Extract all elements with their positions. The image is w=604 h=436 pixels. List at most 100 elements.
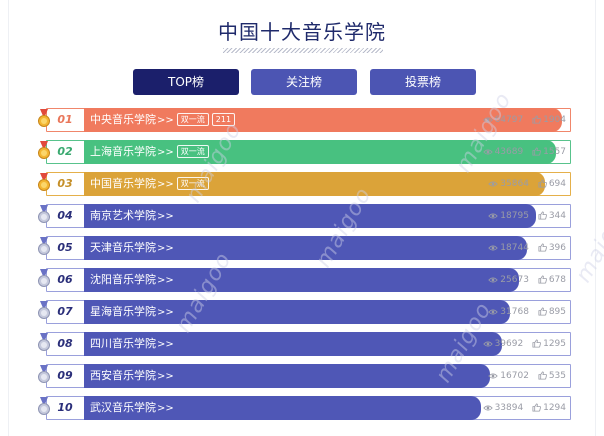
ranking-bar[interactable]: 南京艺术学院>> bbox=[84, 204, 536, 228]
ranking-bar[interactable]: 西安音乐学院>> bbox=[84, 364, 490, 388]
ranking-bar[interactable]: 天津音乐学院>> bbox=[84, 236, 527, 260]
views-count: 16702 bbox=[500, 371, 529, 381]
thumbs-up-icon[interactable] bbox=[532, 115, 543, 125]
ranking-bar[interactable]: 武汉音乐学院>> bbox=[84, 396, 481, 420]
row-stats: 18795 344 bbox=[482, 204, 566, 228]
school-name[interactable]: 南京艺术学院 bbox=[90, 209, 156, 222]
ranking-row[interactable]: 03 中国音乐学院>> 双一流 35864 694 bbox=[38, 172, 571, 196]
thumbs-up-icon[interactable] bbox=[532, 147, 543, 157]
thumbs-up-icon[interactable] bbox=[538, 211, 549, 221]
ranking-row[interactable]: 08 四川音乐学院>> 39692 1295 bbox=[38, 332, 571, 356]
likes-stat[interactable]: 344 bbox=[538, 204, 566, 228]
thumbs-up-icon[interactable] bbox=[532, 403, 543, 413]
rank-number: 05 bbox=[57, 241, 73, 254]
double-chevron-right-icon: >> bbox=[157, 339, 174, 350]
views-count: 35864 bbox=[500, 179, 529, 189]
ranking-bar[interactable]: 沈阳音乐学院>> bbox=[84, 268, 519, 292]
tab-follow[interactable]: 关注榜 bbox=[251, 69, 357, 95]
double-chevron-right-icon: >> bbox=[157, 307, 174, 318]
rank-number: 07 bbox=[57, 305, 73, 318]
views-stat: 39692 bbox=[482, 332, 523, 356]
ranking-row[interactable]: 06 沈阳音乐学院>> 25673 678 bbox=[38, 268, 571, 292]
ranking-row[interactable]: 09 西安音乐学院>> 16702 535 bbox=[38, 364, 571, 388]
likes-count: 396 bbox=[548, 243, 566, 253]
ranking-row[interactable]: 10 武汉音乐学院>> 33894 1294 bbox=[38, 396, 571, 420]
double-chevron-right-icon: >> bbox=[157, 275, 174, 286]
tab-bar: TOP榜 关注榜 投票榜 bbox=[0, 69, 604, 95]
likes-stat[interactable]: 396 bbox=[538, 236, 566, 260]
views-stat: 18744 bbox=[488, 236, 529, 260]
school-name[interactable]: 上海音乐学院 bbox=[90, 145, 156, 158]
tab-vote[interactable]: 投票榜 bbox=[370, 69, 476, 95]
eye-icon bbox=[482, 403, 495, 413]
school-name[interactable]: 中央音乐学院 bbox=[90, 113, 156, 126]
ranking-bar[interactable]: 中国音乐学院>> 双一流 bbox=[84, 172, 545, 196]
views-count: 18744 bbox=[500, 243, 529, 253]
rank-number: 01 bbox=[57, 113, 73, 126]
views-stat: 25673 bbox=[488, 268, 529, 292]
views-count: 18795 bbox=[500, 211, 529, 221]
likes-stat[interactable]: 1295 bbox=[532, 332, 566, 356]
thumbs-up-icon[interactable] bbox=[538, 275, 549, 285]
double-chevron-right-icon: >> bbox=[157, 211, 174, 222]
school-name[interactable]: 星海音乐学院 bbox=[90, 305, 156, 318]
row-stats: 16702 535 bbox=[482, 364, 566, 388]
likes-count: 1295 bbox=[543, 339, 566, 349]
likes-stat[interactable]: 895 bbox=[538, 300, 566, 324]
page-title: 中国十大音乐学院 bbox=[218, 20, 386, 44]
views-count: 25673 bbox=[500, 275, 529, 285]
thumbs-up-icon[interactable] bbox=[538, 243, 549, 253]
likes-count: 1294 bbox=[543, 403, 566, 413]
likes-count: 678 bbox=[548, 275, 566, 285]
views-count: 43689 bbox=[494, 147, 524, 157]
likes-count: 535 bbox=[548, 371, 566, 381]
school-name[interactable]: 天津音乐学院 bbox=[90, 241, 156, 254]
row-stats: 25673 678 bbox=[482, 268, 566, 292]
row-stats: 18744 396 bbox=[482, 236, 566, 260]
thumbs-up-icon[interactable] bbox=[538, 179, 549, 189]
thumbs-up-icon[interactable] bbox=[532, 339, 543, 349]
rank-number: 04 bbox=[57, 209, 73, 222]
thumbs-up-icon[interactable] bbox=[538, 371, 549, 381]
eye-icon bbox=[488, 211, 500, 221]
school-name[interactable]: 中国音乐学院 bbox=[90, 177, 156, 190]
double-chevron-right-icon: >> bbox=[157, 179, 174, 190]
ranking-row[interactable]: 05 天津音乐学院>> 18744 396 bbox=[38, 236, 571, 260]
views-stat: 35864 bbox=[488, 172, 529, 196]
school-name[interactable]: 武汉音乐学院 bbox=[90, 401, 156, 414]
rank-number: 03 bbox=[57, 177, 73, 190]
likes-stat[interactable]: 1557 bbox=[532, 140, 566, 164]
school-name[interactable]: 西安音乐学院 bbox=[90, 369, 156, 382]
views-count: 33894 bbox=[494, 403, 524, 413]
tab-top[interactable]: TOP榜 bbox=[133, 69, 239, 95]
ranking-bar[interactable]: 四川音乐学院>> bbox=[84, 332, 502, 356]
likes-count: 694 bbox=[548, 179, 566, 189]
double-chevron-right-icon: >> bbox=[157, 147, 174, 158]
ranking-bar[interactable]: 星海音乐学院>> bbox=[84, 300, 510, 324]
likes-stat[interactable]: 1904 bbox=[532, 108, 566, 132]
school-name[interactable]: 沈阳音乐学院 bbox=[90, 273, 156, 286]
ranking-row[interactable]: 04 南京艺术学院>> 18795 344 bbox=[38, 204, 571, 228]
likes-count: 1904 bbox=[543, 115, 566, 125]
likes-count: 344 bbox=[548, 211, 566, 221]
eye-icon bbox=[488, 243, 500, 253]
likes-stat[interactable]: 694 bbox=[538, 172, 566, 196]
eye-icon bbox=[488, 371, 500, 381]
eye-icon bbox=[482, 339, 495, 349]
likes-stat[interactable]: 678 bbox=[538, 268, 566, 292]
views-stat: 33894 bbox=[482, 396, 524, 420]
thumbs-up-icon[interactable] bbox=[538, 307, 549, 317]
likes-count: 1557 bbox=[543, 147, 566, 157]
rank-number: 10 bbox=[57, 401, 73, 414]
school-name[interactable]: 四川音乐学院 bbox=[90, 337, 156, 350]
rank-number: 08 bbox=[57, 337, 73, 350]
views-stat: 18795 bbox=[488, 204, 529, 228]
double-chevron-right-icon: >> bbox=[157, 403, 174, 414]
likes-stat[interactable]: 1294 bbox=[532, 396, 566, 420]
likes-count: 895 bbox=[548, 307, 566, 317]
rank-number: 09 bbox=[57, 369, 73, 382]
double-chevron-right-icon: >> bbox=[157, 243, 174, 254]
title-underline bbox=[223, 48, 383, 53]
likes-stat[interactable]: 535 bbox=[538, 364, 566, 388]
views-stat: 16702 bbox=[488, 364, 529, 388]
